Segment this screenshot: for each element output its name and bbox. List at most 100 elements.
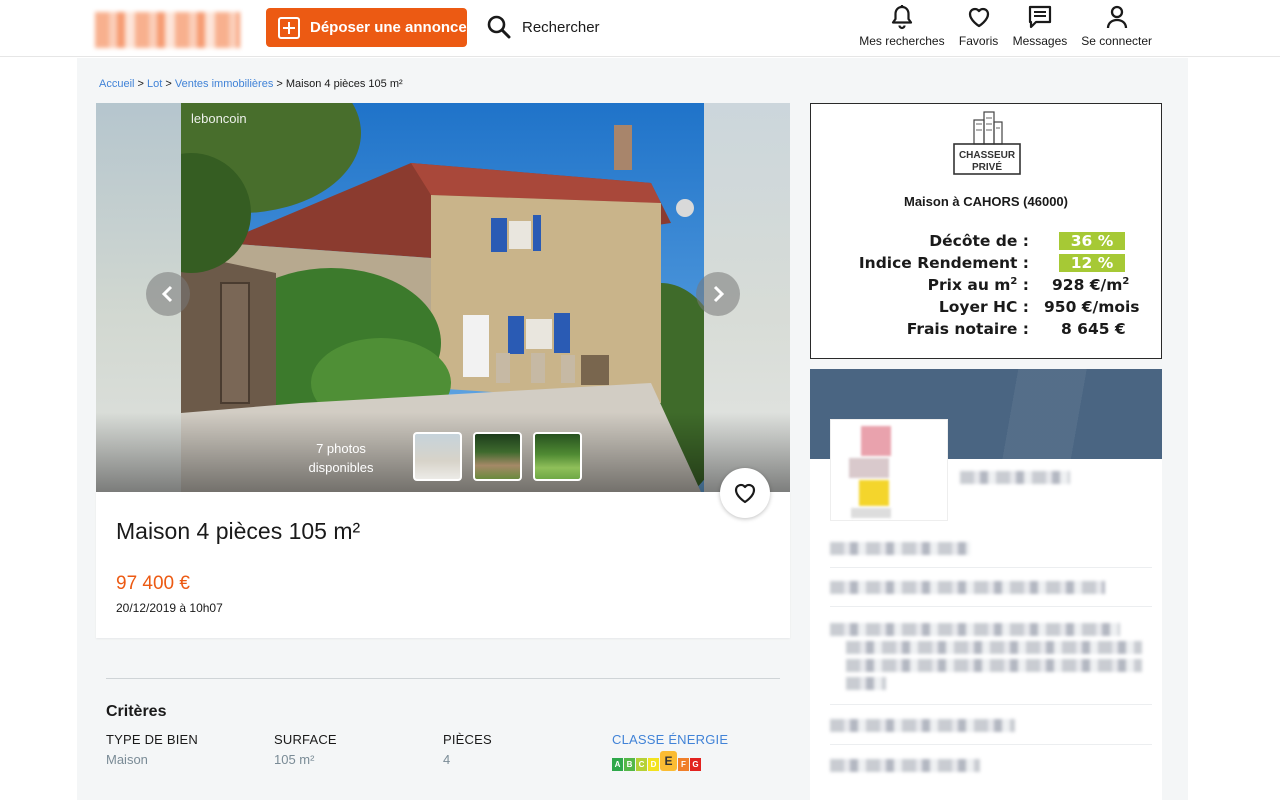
photo-gallery: leboncoin 7 photos disponibles xyxy=(96,103,790,492)
criterion-value: 105 m² xyxy=(274,752,315,767)
heart-icon xyxy=(968,7,989,28)
chasseur-subtitle: Maison à CAHORS (46000) xyxy=(904,194,1068,209)
search-icon xyxy=(487,15,511,39)
criterion-label: SURFACE xyxy=(274,732,337,747)
previous-photo-button[interactable] xyxy=(146,272,190,316)
seller-description-blurred xyxy=(846,677,886,690)
energy-class-label[interactable]: CLASSE ÉNERGIE xyxy=(612,732,728,747)
energy-class-c: C xyxy=(636,758,647,771)
nav-saved-searches[interactable]: Mes recherches xyxy=(859,4,945,48)
criterion-value: Maison xyxy=(106,752,148,767)
prix-m2-label: Prix au m2 : xyxy=(928,276,1029,294)
nav-label: Messages xyxy=(1012,34,1068,48)
search-link[interactable]: Rechercher xyxy=(486,14,600,40)
energy-scale: ABCDEFG xyxy=(612,751,728,771)
nav-login[interactable]: Se connecter xyxy=(1081,4,1152,48)
decote-label: Décôte de : xyxy=(929,232,1029,250)
seller-description-blurred xyxy=(846,641,1142,654)
divider xyxy=(830,606,1152,607)
thumbnail-2[interactable] xyxy=(473,432,522,481)
nav-favorites[interactable]: Favoris xyxy=(959,4,999,48)
seller-card-blurred xyxy=(810,369,1162,800)
breadcrumb-separator: > xyxy=(165,78,172,90)
energy-class-e: E xyxy=(660,751,677,771)
avatar[interactable] xyxy=(830,419,948,521)
photo-count-caption: disponibles xyxy=(308,460,374,475)
criterion-rooms: PIÈCES 4 xyxy=(443,732,492,767)
prix-m2-label-colon: : xyxy=(1017,276,1029,295)
bell-icon xyxy=(891,5,912,30)
criterion-energy-class[interactable]: CLASSE ÉNERGIE ABCDEFG xyxy=(612,732,728,771)
breadcrumb-region[interactable]: Lot xyxy=(147,78,162,90)
energy-class-f: F xyxy=(678,758,689,771)
breadcrumb-separator: > xyxy=(137,78,144,90)
chevron-left-icon xyxy=(161,285,173,303)
ad-price: 97 400 € xyxy=(116,573,190,594)
chasseur-prive-widget: CHASSEUR PRIVÉ Maison à CAHORS (46000) D… xyxy=(810,103,1162,359)
prix-m2-label-text: Prix au m xyxy=(927,276,1011,295)
nav-label: Mes recherches xyxy=(859,34,945,48)
ad-title: Maison 4 pièces 105 m² xyxy=(116,518,361,544)
message-icon xyxy=(1028,5,1052,29)
ad-summary-card: Maison 4 pièces 105 m² 97 400 € 20/12/20… xyxy=(96,492,790,638)
plus-square-icon xyxy=(278,16,300,39)
energy-class-g: G xyxy=(690,758,701,771)
loyer-value: 950 €/mois xyxy=(1044,298,1140,316)
next-photo-button[interactable] xyxy=(696,272,740,316)
criterion-label: TYPE DE BIEN xyxy=(106,732,198,747)
post-ad-button[interactable]: Déposer une annonce xyxy=(266,8,467,47)
chevron-right-icon xyxy=(713,285,725,303)
logo-text-line1: CHASSEUR xyxy=(959,150,1016,161)
nav-label: Favoris xyxy=(958,34,999,48)
divider xyxy=(830,744,1152,745)
logo-text-line2: PRIVÉ xyxy=(972,160,1002,173)
prix-m2-value: 928 €/m2 xyxy=(1052,276,1129,294)
heart-icon xyxy=(734,483,756,504)
breadcrumb-home[interactable]: Accueil xyxy=(99,78,134,90)
seller-info-blurred xyxy=(830,542,970,555)
loyer-label: Loyer HC : xyxy=(938,298,1029,316)
photo-count: 7 photos disponibles xyxy=(301,439,381,477)
user-icon xyxy=(1106,5,1127,29)
rendement-value: 12 % xyxy=(1059,254,1125,272)
criterion-value: 4 xyxy=(443,752,451,767)
criterion-surface: SURFACE 105 m² xyxy=(274,732,337,767)
frais-notaire-value: 8 645 € xyxy=(1061,320,1126,338)
thumbnail-1[interactable] xyxy=(413,432,462,481)
watermark-text: leboncoin xyxy=(191,111,247,126)
seller-description-blurred xyxy=(846,659,1142,672)
chasseur-prive-logo: CHASSEUR PRIVÉ xyxy=(953,111,1021,175)
site-logo-blurred[interactable] xyxy=(95,12,240,48)
post-ad-label: Déposer une annonce xyxy=(310,19,467,36)
site-header: Déposer une annonce Rechercher Mes reche… xyxy=(0,0,1280,57)
seller-info-blurred xyxy=(830,719,1015,732)
photo-count-number: 7 photos xyxy=(316,441,366,456)
favorite-button[interactable] xyxy=(720,468,770,518)
breadcrumb-current: Maison 4 pièces 105 m² xyxy=(285,78,403,90)
seller-info-blurred xyxy=(830,581,1105,594)
seller-description-blurred xyxy=(830,623,1120,636)
energy-class-d: D xyxy=(648,758,659,771)
header-nav: Mes recherches Favoris Messages Se conne… xyxy=(859,4,1152,48)
breadcrumb-separator: > xyxy=(276,78,283,90)
seller-name-blurred xyxy=(960,471,1070,484)
divider xyxy=(830,567,1152,568)
nav-label: Se connecter xyxy=(1081,34,1152,48)
prix-m2-value-text: 928 €/m xyxy=(1052,276,1123,295)
breadcrumb-category[interactable]: Ventes immobilières xyxy=(175,78,273,90)
criterion-property-type: TYPE DE BIEN Maison xyxy=(106,732,198,767)
energy-class-a: A xyxy=(612,758,623,771)
search-label: Rechercher xyxy=(522,18,600,36)
seller-info-blurred xyxy=(830,759,980,772)
criterion-label: PIÈCES xyxy=(443,732,492,747)
criteria-title: Critères xyxy=(106,703,167,720)
section-divider xyxy=(106,678,780,679)
decote-value: 36 % xyxy=(1059,232,1125,250)
prix-m2-value-exponent: 2 xyxy=(1122,276,1130,287)
frais-notaire-label: Frais notaire : xyxy=(906,320,1029,338)
nav-messages[interactable]: Messages xyxy=(1012,4,1068,48)
rendement-label: Indice Rendement : xyxy=(858,254,1029,272)
thumbnail-3[interactable] xyxy=(533,432,582,481)
ad-date: 20/12/2019 à 10h07 xyxy=(116,601,223,615)
divider xyxy=(830,704,1152,705)
